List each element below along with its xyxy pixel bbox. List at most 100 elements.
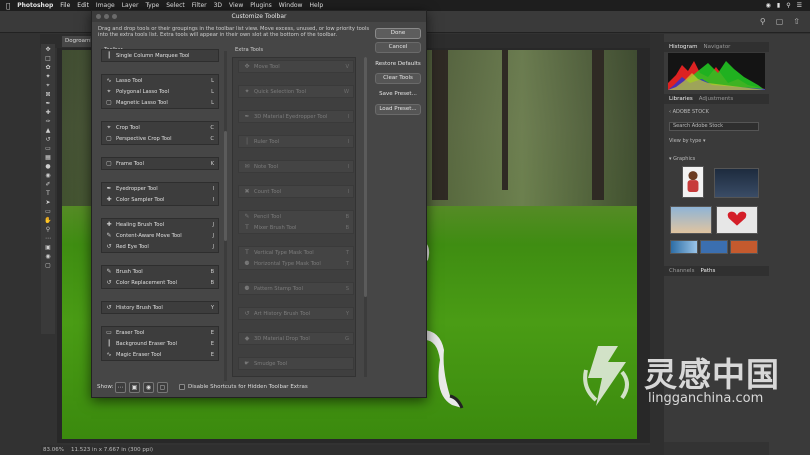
disable-shortcuts-checkbox[interactable]	[179, 384, 185, 390]
type-tool-icon[interactable]: T	[44, 190, 52, 198]
tool-group[interactable]: │ Ruler Tool I	[238, 135, 354, 148]
shape-tool-icon[interactable]: ▭	[44, 208, 52, 216]
tool-row[interactable]: ↺ History Brush Tool Y	[102, 302, 218, 313]
dodge-tool-icon[interactable]: ◉	[44, 172, 52, 180]
tool-group[interactable]: ◆ 3D Material Drop Tool G	[238, 332, 354, 345]
tool-group[interactable]: ↺ Art History Brush Tool Y	[238, 307, 354, 320]
tool-group[interactable]: ↺ History Brush Tool Y	[101, 301, 219, 314]
load-preset-button[interactable]: Load Preset...	[375, 104, 421, 115]
tab-adjustments[interactable]: Adjustments	[699, 94, 733, 104]
crop-tool-icon[interactable]: ⌖	[44, 82, 52, 90]
scrollbar-thumb[interactable]	[224, 131, 227, 241]
scrollbar-thumb[interactable]	[364, 57, 367, 297]
path-select-tool-icon[interactable]: ➤	[44, 199, 52, 207]
tool-row[interactable]: │ Ruler Tool I	[239, 136, 353, 147]
search-icon[interactable]: ⚲	[760, 17, 766, 26]
menu-help[interactable]: Help	[309, 2, 323, 9]
tool-group[interactable]: ✚ Healing Brush Tool J ✎ Content-Aware Move …	[101, 218, 219, 253]
tool-row[interactable]: ▢ Frame Tool K	[102, 158, 218, 169]
marquee-tool-icon[interactable]: □	[44, 55, 52, 63]
healing-tool-icon[interactable]: ✚	[44, 109, 52, 117]
eraser-tool-icon[interactable]: ▭	[44, 145, 52, 153]
tool-group[interactable]: ✦ Quick Selection Tool W	[238, 85, 354, 98]
workspace-icon[interactable]: ▢	[776, 17, 784, 26]
share-icon[interactable]: ⇧	[793, 17, 800, 26]
tab-paths[interactable]: Paths	[700, 266, 715, 276]
menu-app-name[interactable]: Photoshop	[17, 2, 53, 9]
stamp-tool-icon[interactable]: ▲	[44, 127, 52, 135]
screen-mode-icon[interactable]: ▢	[44, 262, 52, 270]
document-tab[interactable]: Dogroaming.png	[62, 36, 92, 47]
tool-row[interactable]: ✉ Note Tool I	[239, 161, 353, 172]
tool-row[interactable]: ↺ Red Eye Tool J	[102, 241, 218, 252]
apple-icon[interactable]: 	[6, 2, 10, 10]
eyedropper-tool-icon[interactable]: ✒	[44, 100, 52, 108]
tool-row[interactable]: ✚ Color Sampler Tool I	[102, 194, 218, 205]
clear-tools-button[interactable]: Clear Tools	[375, 73, 421, 84]
brush-tool-icon[interactable]: ✑	[44, 118, 52, 126]
menu-select[interactable]: Select	[166, 2, 185, 9]
history-brush-icon[interactable]: ↺	[44, 136, 52, 144]
tool-row[interactable]: ▢ Magnetic Lasso Tool L	[102, 97, 218, 108]
tool-row[interactable]: ✎ Brush Tool B	[102, 266, 218, 277]
tool-row[interactable]: ▢ Perspective Crop Tool C	[102, 133, 218, 144]
library-thumb[interactable]	[716, 206, 758, 234]
menu-3d[interactable]: 3D	[214, 2, 222, 9]
tab-navigator[interactable]: Navigator	[704, 42, 731, 52]
tool-group[interactable]: ✎ Pencil Tool B T Mixer Brush Tool B	[238, 210, 354, 234]
tool-row[interactable]: ┃ Single Column Marquee Tool	[102, 50, 218, 61]
show-colors-button[interactable]: ▣	[129, 382, 140, 393]
library-thumb[interactable]	[682, 166, 704, 198]
search-icon[interactable]: ⚲	[786, 2, 790, 9]
tool-group[interactable]: ✒ 3D Material Eyedropper Tool I	[238, 110, 354, 123]
tool-row[interactable]: ✥ Move Tool V	[239, 61, 353, 72]
color-swatches-icon[interactable]: ▣	[44, 244, 52, 252]
library-thumb[interactable]	[670, 206, 712, 234]
quick-mask-icon[interactable]: ◉	[44, 253, 52, 261]
graphics-section[interactable]: ▾ Graphics	[669, 156, 695, 162]
library-search-input[interactable]: Search Adobe Stock	[669, 122, 759, 131]
save-preset-button[interactable]: Save Preset...	[375, 90, 421, 101]
library-thumb[interactable]	[730, 240, 758, 254]
tool-row[interactable]: ◆ 3D Material Drop Tool G	[239, 333, 353, 344]
show-quickmask-button[interactable]: ◉	[143, 382, 154, 393]
tool-group[interactable]: ✖ Count Tool I	[238, 185, 354, 198]
tool-row[interactable]: ∿ Magic Eraser Tool E	[102, 349, 218, 360]
blur-tool-icon[interactable]: ●	[44, 163, 52, 171]
menu-layer[interactable]: Layer	[122, 2, 139, 9]
menu-filter[interactable]: Filter	[192, 2, 207, 9]
tool-row[interactable]: ✎ Content-Aware Move Tool J	[102, 230, 218, 241]
tool-group[interactable]: T Vertical Type Mask Tool T ⚈ Horizontal Typ…	[238, 246, 354, 270]
close-window-icon[interactable]	[96, 14, 101, 19]
library-thumb[interactable]	[700, 240, 728, 254]
menu-file[interactable]: File	[60, 2, 70, 9]
pen-tool-icon[interactable]: ✐	[44, 181, 52, 189]
show-extras-button[interactable]: ⋯	[115, 382, 126, 393]
move-tool-icon[interactable]: ✥	[44, 46, 52, 54]
tool-row[interactable]: ⚈ Horizontal Type Mask Tool T	[239, 258, 353, 269]
tool-row[interactable]: ⌖ Crop Tool C	[102, 122, 218, 133]
toolbar-list-scrollbar[interactable]	[224, 51, 227, 381]
tool-group[interactable]: ☛ Smudge Tool	[238, 357, 354, 370]
menu-type[interactable]: Type	[145, 2, 159, 9]
menu-edit[interactable]: Edit	[77, 2, 89, 9]
restore-defaults-button[interactable]: Restore Defaults	[375, 60, 421, 71]
library-name[interactable]: ‹ ADOBE STOCK	[669, 109, 709, 115]
zoom-window-icon[interactable]	[112, 14, 117, 19]
menu-window[interactable]: Window	[279, 2, 303, 9]
tool-group[interactable]: ▢ Frame Tool K	[101, 157, 219, 170]
menu-plugins[interactable]: Plugins	[250, 2, 272, 9]
tool-row[interactable]: ✒ Eyedropper Tool I	[102, 183, 218, 194]
quick-select-tool-icon[interactable]: ✦	[44, 73, 52, 81]
menu-image[interactable]: Image	[96, 2, 115, 9]
tool-row[interactable]: ⌖ Polygonal Lasso Tool L	[102, 86, 218, 97]
tool-row[interactable]: ↺ Color Replacement Tool B	[102, 277, 218, 288]
minimize-window-icon[interactable]	[104, 14, 109, 19]
show-screenmode-button[interactable]: ▢	[157, 382, 168, 393]
zoom-readout[interactable]: 83.06%	[43, 447, 64, 453]
tool-row[interactable]: ✒ 3D Material Eyedropper Tool I	[239, 111, 353, 122]
tool-group[interactable]: ┃ Single Column Marquee Tool	[101, 49, 219, 62]
tool-group[interactable]: ✒ Eyedropper Tool I ✚ Color Sampler Tool I	[101, 182, 219, 206]
more-tools-icon[interactable]: ⋯	[44, 235, 52, 243]
zoom-tool-icon[interactable]: ⚲	[44, 226, 52, 234]
